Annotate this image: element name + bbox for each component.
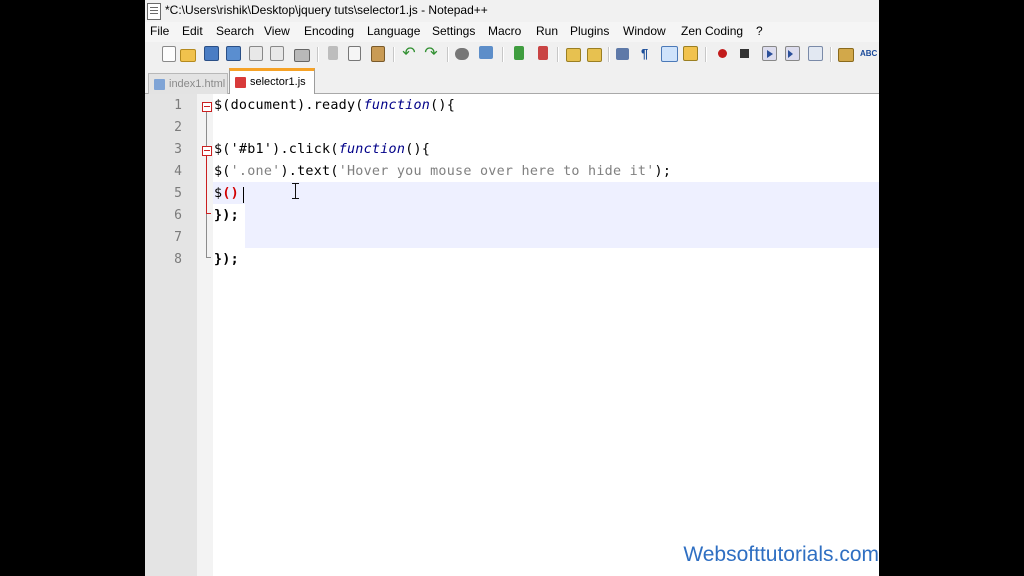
print-icon[interactable] [294,49,310,62]
notepad-app-icon [147,3,161,20]
modified-file-icon [235,77,246,88]
code-line-1: $(document).ready(function(){ [214,98,456,113]
menu-bar: File Edit Search View Encoding Language … [145,22,879,42]
new-file-icon[interactable] [162,46,176,62]
toolbar-separator [705,47,707,62]
fold-toggle-icon[interactable] [202,146,212,156]
line-number: 4 [174,164,182,179]
stop-macro-icon[interactable] [737,46,753,62]
toolbar-separator [502,47,504,62]
tab-selector1-js[interactable]: selector1.js [229,68,315,94]
fold-end [206,213,211,214]
play-macro-icon[interactable] [762,46,777,61]
plugin-icon[interactable] [838,48,854,62]
menu-language[interactable]: Language [367,24,420,38]
line-number: 1 [174,98,182,113]
fold-line-active [206,156,207,213]
file-icon [154,79,165,90]
menu-help[interactable]: ? [756,24,763,38]
save-all-icon[interactable] [226,46,241,61]
code-line-6: }); [214,208,239,223]
line-number-gutter: 1 2 3 4 5 6 7 8 [145,94,197,576]
show-all-chars-icon[interactable]: ¶ [641,46,657,62]
menu-search[interactable]: Search [216,24,254,38]
fold-end [206,257,211,258]
title-bar: *C:\Users\rishik\Desktop\jquery tuts\sel… [145,0,879,23]
toolbar-separator [608,47,610,62]
sync-scroll-icon[interactable] [566,48,581,62]
save-macro-icon[interactable] [808,46,823,61]
code-editor[interactable]: 1 2 3 4 5 6 7 8 $(document).ready(functi… [145,94,879,576]
paste-icon[interactable] [371,46,385,62]
word-wrap-icon[interactable] [616,48,629,60]
toolbar: ↶ ↷ ¶ ABC [145,42,879,67]
code-line-4: $('.one').text('Hover you mouse over her… [214,164,672,179]
tab-bar: index1.html selector1.js [145,66,879,94]
menu-encoding[interactable]: Encoding [304,24,354,38]
menu-run[interactable]: Run [536,24,558,38]
sync-scroll-h-icon[interactable] [587,48,602,62]
line-number: 5 [174,186,182,201]
line-number: 7 [174,230,182,245]
toolbar-separator [317,47,319,62]
close-all-icon[interactable] [270,46,284,61]
cut-icon[interactable] [328,46,338,60]
indent-guide-icon[interactable] [661,46,678,62]
close-icon[interactable] [249,46,263,61]
run-macro-multiple-icon[interactable] [785,46,800,61]
menu-window[interactable]: Window [623,24,666,38]
toolbar-separator [393,47,395,62]
toolbar-separator [447,47,449,62]
zoom-out-icon[interactable] [538,46,548,60]
line-number: 8 [174,252,182,267]
current-line-highlight [213,182,879,204]
menu-file[interactable]: File [150,24,169,38]
line-number: 6 [174,208,182,223]
ibeam-cursor-icon [292,183,300,199]
undo-icon[interactable]: ↶ [401,46,417,62]
zoom-in-icon[interactable] [514,46,524,60]
menu-plugins[interactable]: Plugins [570,24,609,38]
menu-macro[interactable]: Macro [488,24,521,38]
text-caret [243,187,244,203]
redo-icon[interactable]: ↷ [423,46,439,62]
fold-toggle-icon[interactable] [202,102,212,112]
toolbar-separator [830,47,832,62]
menu-view[interactable]: View [264,24,290,38]
open-folder-icon[interactable] [180,49,196,62]
menu-edit[interactable]: Edit [182,24,203,38]
notepad-plus-plus-window: *C:\Users\rishik\Desktop\jquery tuts\sel… [145,0,879,576]
watermark: Websofttutorials.com [683,543,879,566]
code-line-8: }); [214,252,239,267]
code-line-5: $() [214,186,239,201]
save-icon[interactable] [204,46,219,61]
copy-icon[interactable] [348,46,361,61]
line-number: 3 [174,142,182,157]
block-highlight [245,204,879,248]
line-number: 2 [174,120,182,135]
menu-zen-coding[interactable]: Zen Coding [681,24,743,38]
tab-label: selector1.js [250,76,306,88]
tab-index1-html[interactable]: index1.html [148,73,228,94]
spell-check-icon[interactable]: ABC [860,46,877,62]
window-title: *C:\Users\rishik\Desktop\jquery tuts\sel… [165,3,488,17]
record-macro-icon[interactable] [715,46,731,62]
toolbar-separator [557,47,559,62]
brace-match-highlight: () [222,186,239,201]
find-icon[interactable] [455,48,469,60]
language-icon[interactable] [683,46,698,61]
code-line-3: $('#b1').click(function(){ [214,142,431,157]
tab-label: index1.html [169,78,226,90]
menu-settings[interactable]: Settings [432,24,475,38]
replace-icon[interactable] [479,46,493,59]
fold-margin [197,94,213,576]
